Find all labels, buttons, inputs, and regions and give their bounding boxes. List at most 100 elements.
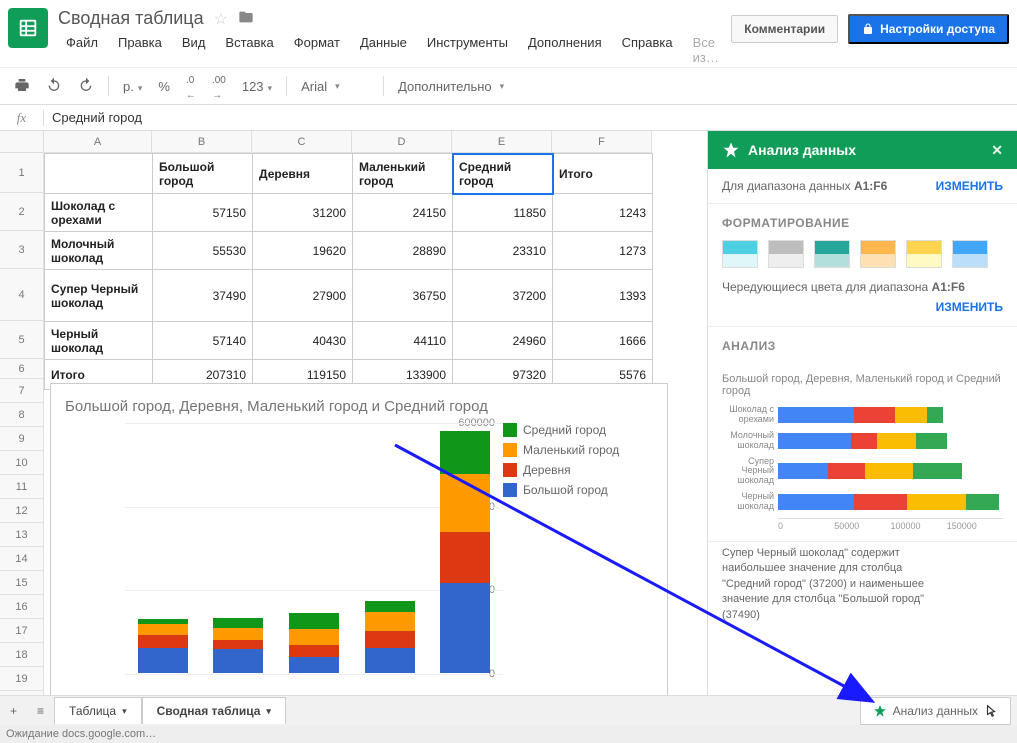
chart-plot: 0200000400000600000 — [65, 423, 503, 693]
cell[interactable]: 37200 — [453, 270, 553, 322]
decrease-decimal[interactable]: .0← — [180, 67, 202, 105]
palette-option[interactable] — [722, 240, 758, 268]
palette-option[interactable] — [814, 240, 850, 268]
comments-button[interactable]: Комментарии — [731, 15, 838, 43]
add-sheet-button[interactable]: + — [0, 704, 27, 718]
palette-option[interactable] — [952, 240, 988, 268]
row-header[interactable]: 13 — [0, 523, 44, 547]
row-header[interactable]: 16 — [0, 595, 44, 619]
row-header[interactable]: 8 — [0, 403, 44, 427]
undo-icon[interactable] — [40, 73, 68, 100]
print-icon[interactable] — [8, 73, 36, 100]
row-header[interactable]: 5 — [0, 321, 44, 359]
cell[interactable]: 1273 — [553, 232, 653, 270]
toolbar-more[interactable]: Дополнительно — [392, 75, 510, 98]
cell[interactable]: Итого — [553, 154, 653, 194]
col-header[interactable]: E — [452, 131, 552, 153]
col-header[interactable]: C — [252, 131, 352, 153]
cell[interactable]: Молочный шоколад — [45, 232, 153, 270]
cell[interactable]: 11850 — [453, 194, 553, 232]
cell[interactable]: 55530 — [153, 232, 253, 270]
sheet-tab[interactable]: Таблица ▾ — [54, 697, 142, 724]
menu-help[interactable]: Справка — [614, 33, 681, 67]
edit-formatting-button[interactable]: ИЗМЕНИТЬ — [936, 300, 1003, 314]
cell[interactable]: 1393 — [553, 270, 653, 322]
explore-button[interactable]: Анализ данных — [860, 697, 1011, 725]
font-select[interactable]: Arial — [295, 75, 375, 98]
share-button[interactable]: Настройки доступа — [848, 14, 1009, 44]
cell[interactable]: 27900 — [253, 270, 353, 322]
col-header[interactable]: A — [44, 131, 152, 153]
percent-format[interactable]: % — [152, 75, 176, 98]
star-icon[interactable]: ☆ — [214, 9, 228, 29]
row-header[interactable]: 6 — [0, 359, 44, 379]
redo-icon[interactable] — [72, 73, 100, 100]
cell[interactable]: 31200 — [253, 194, 353, 232]
all-sheets-button[interactable]: ≡ — [27, 704, 54, 718]
cell[interactable]: 24150 — [353, 194, 453, 232]
cell[interactable]: Маленький город — [353, 154, 453, 194]
palette-option[interactable] — [860, 240, 896, 268]
col-header[interactable]: F — [552, 131, 652, 153]
row-header[interactable]: 1 — [0, 153, 44, 193]
cell[interactable]: 57140 — [153, 322, 253, 360]
row-header[interactable]: 9 — [0, 427, 44, 451]
mini-chart[interactable]: Большой город, Деревня, Маленький город … — [708, 367, 1017, 541]
menu-file[interactable]: Файл — [58, 33, 106, 67]
col-header[interactable]: B — [152, 131, 252, 153]
row-header[interactable]: 17 — [0, 619, 44, 643]
document-title[interactable]: Сводная таблица — [58, 8, 204, 29]
cell[interactable]: 23310 — [453, 232, 553, 270]
cell[interactable]: 57150 — [153, 194, 253, 232]
cell[interactable]: Черный шоколад — [45, 322, 153, 360]
menu-tools[interactable]: Инструменты — [419, 33, 516, 67]
row-header[interactable]: 11 — [0, 475, 44, 499]
embedded-chart[interactable]: Большой город, Деревня, Маленький город … — [50, 383, 668, 713]
menu-edit[interactable]: Правка — [110, 33, 170, 67]
row-header[interactable]: 12 — [0, 499, 44, 523]
row-header[interactable]: 7 — [0, 379, 44, 403]
cell[interactable]: 1243 — [553, 194, 653, 232]
cell[interactable]: 19620 — [253, 232, 353, 270]
menu-data[interactable]: Данные — [352, 33, 415, 67]
cell[interactable]: Деревня — [253, 154, 353, 194]
cell[interactable]: 36750 — [353, 270, 453, 322]
sheet-area[interactable]: A B C D E F 1234567891011121314151617181… — [0, 131, 707, 734]
folder-icon[interactable] — [238, 9, 254, 28]
edit-range-button[interactable]: ИЗМЕНИТЬ — [936, 179, 1003, 193]
palette-option[interactable] — [768, 240, 804, 268]
cell[interactable]: Супер Черный шоколад — [45, 270, 153, 322]
cell[interactable]: 1666 — [553, 322, 653, 360]
row-header[interactable]: 14 — [0, 547, 44, 571]
close-icon[interactable]: ✕ — [991, 142, 1003, 159]
cell-selected[interactable]: Средний город — [453, 154, 553, 194]
row-header[interactable]: 4 — [0, 269, 44, 321]
cell[interactable] — [45, 154, 153, 194]
col-header[interactable]: D — [352, 131, 452, 153]
palette-option[interactable] — [906, 240, 942, 268]
cell[interactable]: 24960 — [453, 322, 553, 360]
sheets-logo[interactable] — [8, 8, 48, 48]
select-all-corner[interactable] — [0, 131, 44, 153]
formula-input[interactable]: Средний город — [44, 110, 1017, 125]
menu-view[interactable]: Вид — [174, 33, 214, 67]
cell[interactable]: Большой город — [153, 154, 253, 194]
currency-format[interactable]: р. — [117, 75, 148, 98]
cell[interactable]: Шоколад с орехами — [45, 194, 153, 232]
row-header[interactable]: 15 — [0, 571, 44, 595]
row-header[interactable]: 18 — [0, 643, 44, 667]
row-header[interactable]: 2 — [0, 193, 44, 231]
number-format[interactable]: 123 — [236, 75, 278, 98]
menu-format[interactable]: Формат — [286, 33, 348, 67]
cell[interactable]: 40430 — [253, 322, 353, 360]
row-header[interactable]: 10 — [0, 451, 44, 475]
cell[interactable]: 37490 — [153, 270, 253, 322]
menu-insert[interactable]: Вставка — [217, 33, 281, 67]
cell[interactable]: 28890 — [353, 232, 453, 270]
row-header[interactable]: 19 — [0, 667, 44, 691]
cell[interactable]: 44110 — [353, 322, 453, 360]
increase-decimal[interactable]: .00→ — [206, 67, 232, 105]
row-header[interactable]: 3 — [0, 231, 44, 269]
sheet-tab-active[interactable]: Сводная таблица ▾ — [142, 697, 286, 724]
menu-addons[interactable]: Дополнения — [520, 33, 610, 67]
